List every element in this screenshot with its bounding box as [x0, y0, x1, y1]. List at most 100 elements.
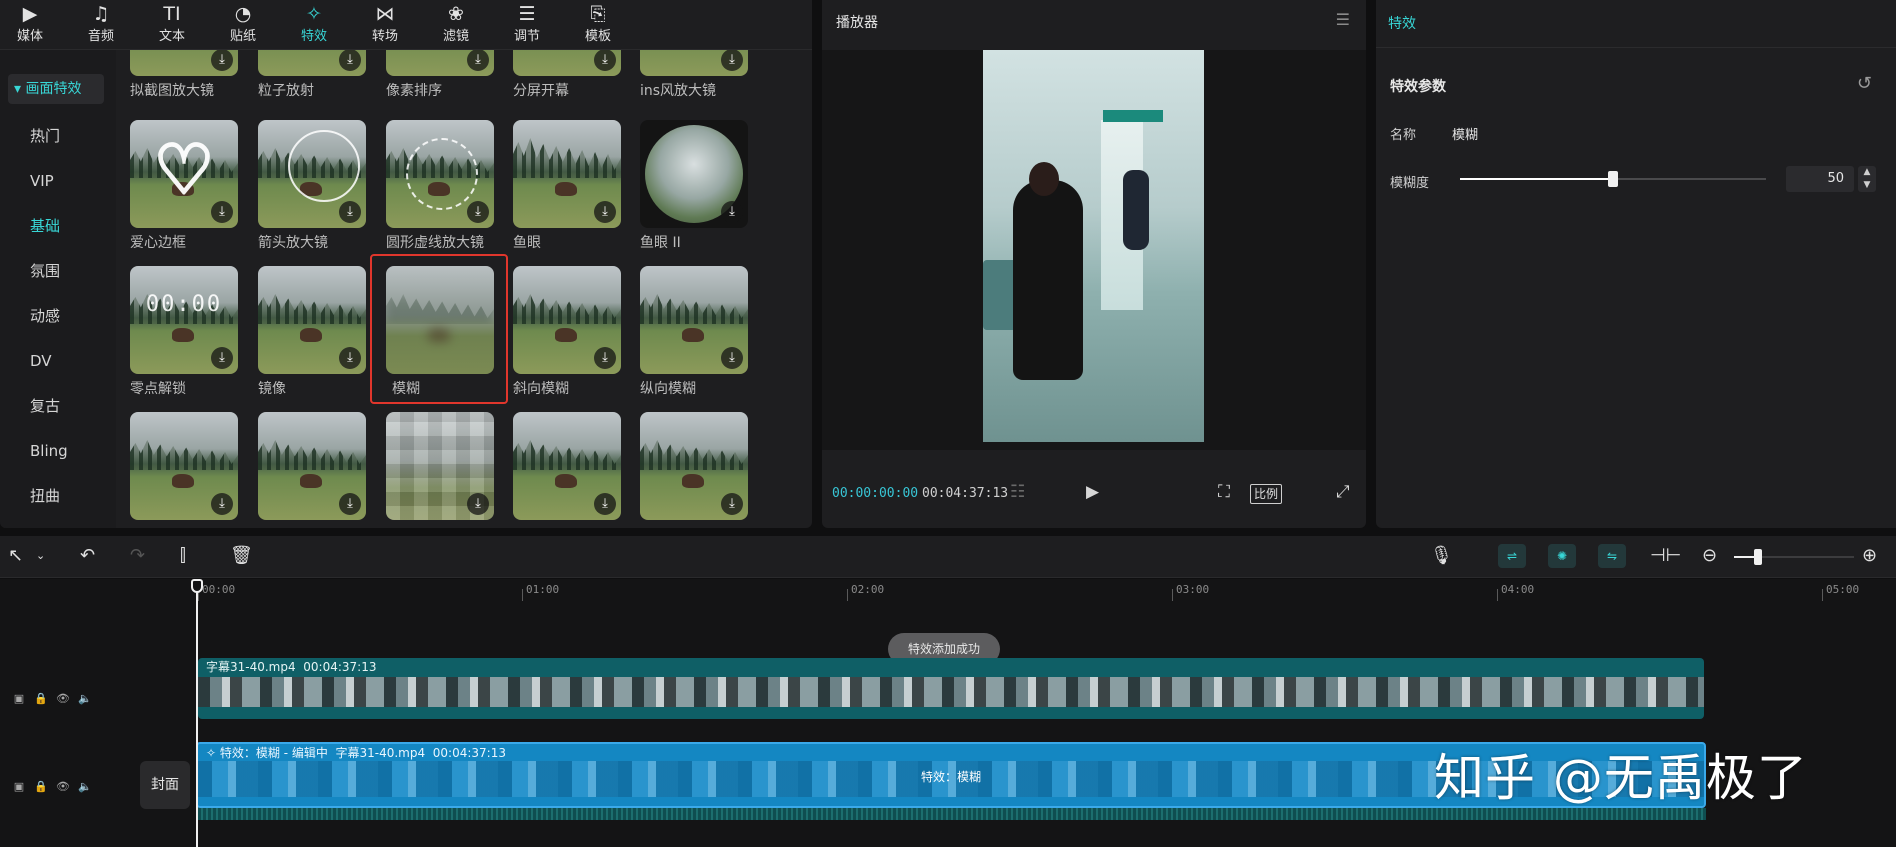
sidebar-item-hot[interactable]: 热门	[30, 126, 60, 146]
sidebar-item-distort[interactable]: 扭曲	[30, 486, 60, 506]
effect-tile-fisheye-2[interactable]: ⤓ 鱼眼 II	[640, 120, 748, 252]
blur-amount-input[interactable]: 50	[1786, 166, 1854, 192]
track-thumbnail-icon[interactable]: ▣	[8, 692, 30, 705]
timeline-zoom-slider[interactable]	[1734, 549, 1854, 565]
effect-tile-heart-frame[interactable]: ♡ ⤓ 爱心边框	[130, 120, 238, 252]
download-icon[interactable]: ⤓	[467, 201, 489, 223]
playhead[interactable]	[196, 579, 198, 847]
effect-tile-vertical-blur[interactable]: ⤓ 纵向模糊	[640, 266, 748, 398]
download-icon[interactable]: ⤓	[721, 493, 743, 515]
aspect-ratio-button[interactable]: 比例	[1250, 484, 1283, 504]
fullscreen-icon[interactable]: ⤢	[1336, 482, 1350, 502]
sidebar-item-dynamic[interactable]: 动感	[30, 306, 60, 326]
main-track-magnet-toggle[interactable]: ✺	[1548, 544, 1576, 568]
auto-snap-toggle[interactable]: ⇌	[1498, 544, 1526, 568]
download-icon[interactable]: ⤓	[339, 347, 361, 369]
tab-template[interactable]: ⎘ 模板	[568, 0, 628, 50]
track-thumbnail-icon[interactable]: ▣	[8, 780, 30, 793]
tab-sticker[interactable]: ◔ 贴纸	[213, 0, 273, 50]
cover-button[interactable]: 封面	[140, 761, 190, 809]
tab-filter[interactable]: ❀ 滤镜	[426, 0, 486, 50]
delete-icon[interactable]: 🗑	[230, 545, 253, 567]
clip-duration: 00:04:37:13	[303, 660, 377, 674]
blur-amount-stepper[interactable]: ▲ ▼	[1858, 166, 1876, 192]
effect-tile[interactable]: ⤓	[513, 412, 621, 520]
play-icon[interactable]: ▶	[1086, 482, 1099, 502]
tab-audio[interactable]: ♫ 音频	[71, 0, 131, 50]
zoom-out-icon[interactable]: ⊖	[1702, 545, 1717, 567]
download-icon[interactable]: ⤓	[467, 50, 489, 71]
time-ruler[interactable]: 00:00 01:00 02:00 03:00 04:00 05:00	[196, 579, 1896, 601]
download-icon[interactable]: ⤓	[594, 493, 616, 515]
effect-tile[interactable]: ⤓ 分屏开幕	[513, 50, 621, 100]
effect-tile-dashed-magnifier[interactable]: ⤓ 圆形虚线放大镜	[386, 120, 494, 252]
transition-icon: ⋈	[375, 3, 395, 25]
effect-tile[interactable]: ⤓ 拟截图放大镜	[130, 50, 238, 100]
waveform-icon[interactable]: ☷	[1010, 482, 1025, 502]
download-icon[interactable]: ⤓	[594, 50, 616, 71]
effect-tile-arrow-magnifier[interactable]: ⤓ 箭头放大镜	[258, 120, 366, 252]
effect-tile[interactable]: ⤓ ins风放大镜	[640, 50, 748, 100]
sidebar-item-bling[interactable]: Bling	[30, 441, 68, 461]
eye-icon[interactable]: 👁	[52, 780, 74, 793]
sidebar-item-retro[interactable]: 复古	[30, 396, 60, 416]
download-icon[interactable]: ⤓	[339, 493, 361, 515]
effect-tile-mirror[interactable]: ⤓ 镜像	[258, 266, 366, 398]
download-icon[interactable]: ⤓	[339, 201, 361, 223]
undo-icon[interactable]: ↶	[80, 545, 95, 567]
redo-icon[interactable]: ↷	[130, 545, 145, 567]
tab-effects[interactable]: ✧ 特效	[284, 0, 344, 50]
effect-tile-midnight-unlock[interactable]: 00:00 ⤓ 零点解锁	[130, 266, 238, 398]
preview-axis-icon[interactable]: ⊣⊢	[1650, 545, 1681, 567]
effect-tile[interactable]: ⤓ 粒子放射	[258, 50, 366, 100]
sidebar-item-basic[interactable]: 基础	[30, 216, 60, 236]
effect-tile-mosaic[interactable]: ⤓	[386, 412, 494, 520]
slider-handle[interactable]	[1608, 171, 1618, 187]
tab-media[interactable]: ▶ 媒体	[0, 0, 60, 50]
effect-tile[interactable]: ⤓	[130, 412, 238, 520]
download-icon[interactable]: ⤓	[211, 347, 233, 369]
download-icon[interactable]: ⤓	[721, 201, 743, 223]
download-icon[interactable]: ⤓	[211, 50, 233, 71]
crop-icon[interactable]: ⛶	[1218, 482, 1230, 502]
eye-icon[interactable]: 👁	[52, 692, 74, 705]
zoom-in-icon[interactable]: ⊕	[1862, 545, 1877, 567]
chevron-down-icon[interactable]: ⌄	[36, 545, 45, 567]
split-icon[interactable]: ⫿	[180, 545, 186, 567]
tab-adjust[interactable]: ☰ 调节	[497, 0, 557, 50]
tab-transition[interactable]: ⋈ 转场	[355, 0, 415, 50]
download-icon[interactable]: ⤓	[339, 50, 361, 71]
download-icon[interactable]: ⤓	[721, 50, 743, 71]
microphone-icon[interactable]: 🎙	[1430, 545, 1453, 567]
tab-text[interactable]: TI 文本	[142, 0, 202, 50]
lock-icon[interactable]: 🔒	[30, 780, 52, 793]
preview-canvas[interactable]	[822, 50, 1366, 450]
sidebar-item-dv[interactable]: DV	[30, 351, 52, 371]
tab-effect-properties[interactable]: 特效	[1388, 13, 1416, 33]
sidebar-item-vip[interactable]: VIP	[30, 171, 54, 191]
blur-amount-slider[interactable]	[1460, 171, 1766, 187]
zoom-handle[interactable]	[1754, 549, 1762, 565]
download-icon[interactable]: ⤓	[594, 347, 616, 369]
effect-tile-fisheye[interactable]: ⤓ 鱼眼	[513, 120, 621, 252]
sidebar-item-atmosphere[interactable]: 氛围	[30, 261, 60, 281]
download-icon[interactable]: ⤓	[594, 201, 616, 223]
speaker-icon[interactable]: 🔈	[74, 780, 96, 793]
linkage-toggle[interactable]: ⇋	[1598, 544, 1626, 568]
download-icon[interactable]: ⤓	[211, 493, 233, 515]
lock-icon[interactable]: 🔒	[30, 692, 52, 705]
speaker-icon[interactable]: 🔈	[74, 692, 96, 705]
menu-icon[interactable]: ☰	[1336, 10, 1350, 29]
effect-tile[interactable]: ⤓	[258, 412, 366, 520]
select-tool-icon[interactable]: ↖	[8, 545, 23, 567]
download-icon[interactable]: ⤓	[467, 493, 489, 515]
download-icon[interactable]: ⤓	[211, 201, 233, 223]
category-heading-screen-effects[interactable]: ▾ 画面特效	[8, 74, 104, 104]
effect-tile-diagonal-blur[interactable]: ⤓ 斜向模糊	[513, 266, 621, 398]
effect-tile[interactable]: ⤓	[640, 412, 748, 520]
effect-tile[interactable]: ⤓ 像素排序	[386, 50, 494, 100]
playhead-handle[interactable]	[191, 579, 203, 593]
reset-icon[interactable]: ↺	[1857, 73, 1872, 94]
download-icon[interactable]: ⤓	[721, 347, 743, 369]
video-clip[interactable]: 字幕31-40.mp4 00:04:37:13	[198, 658, 1704, 719]
